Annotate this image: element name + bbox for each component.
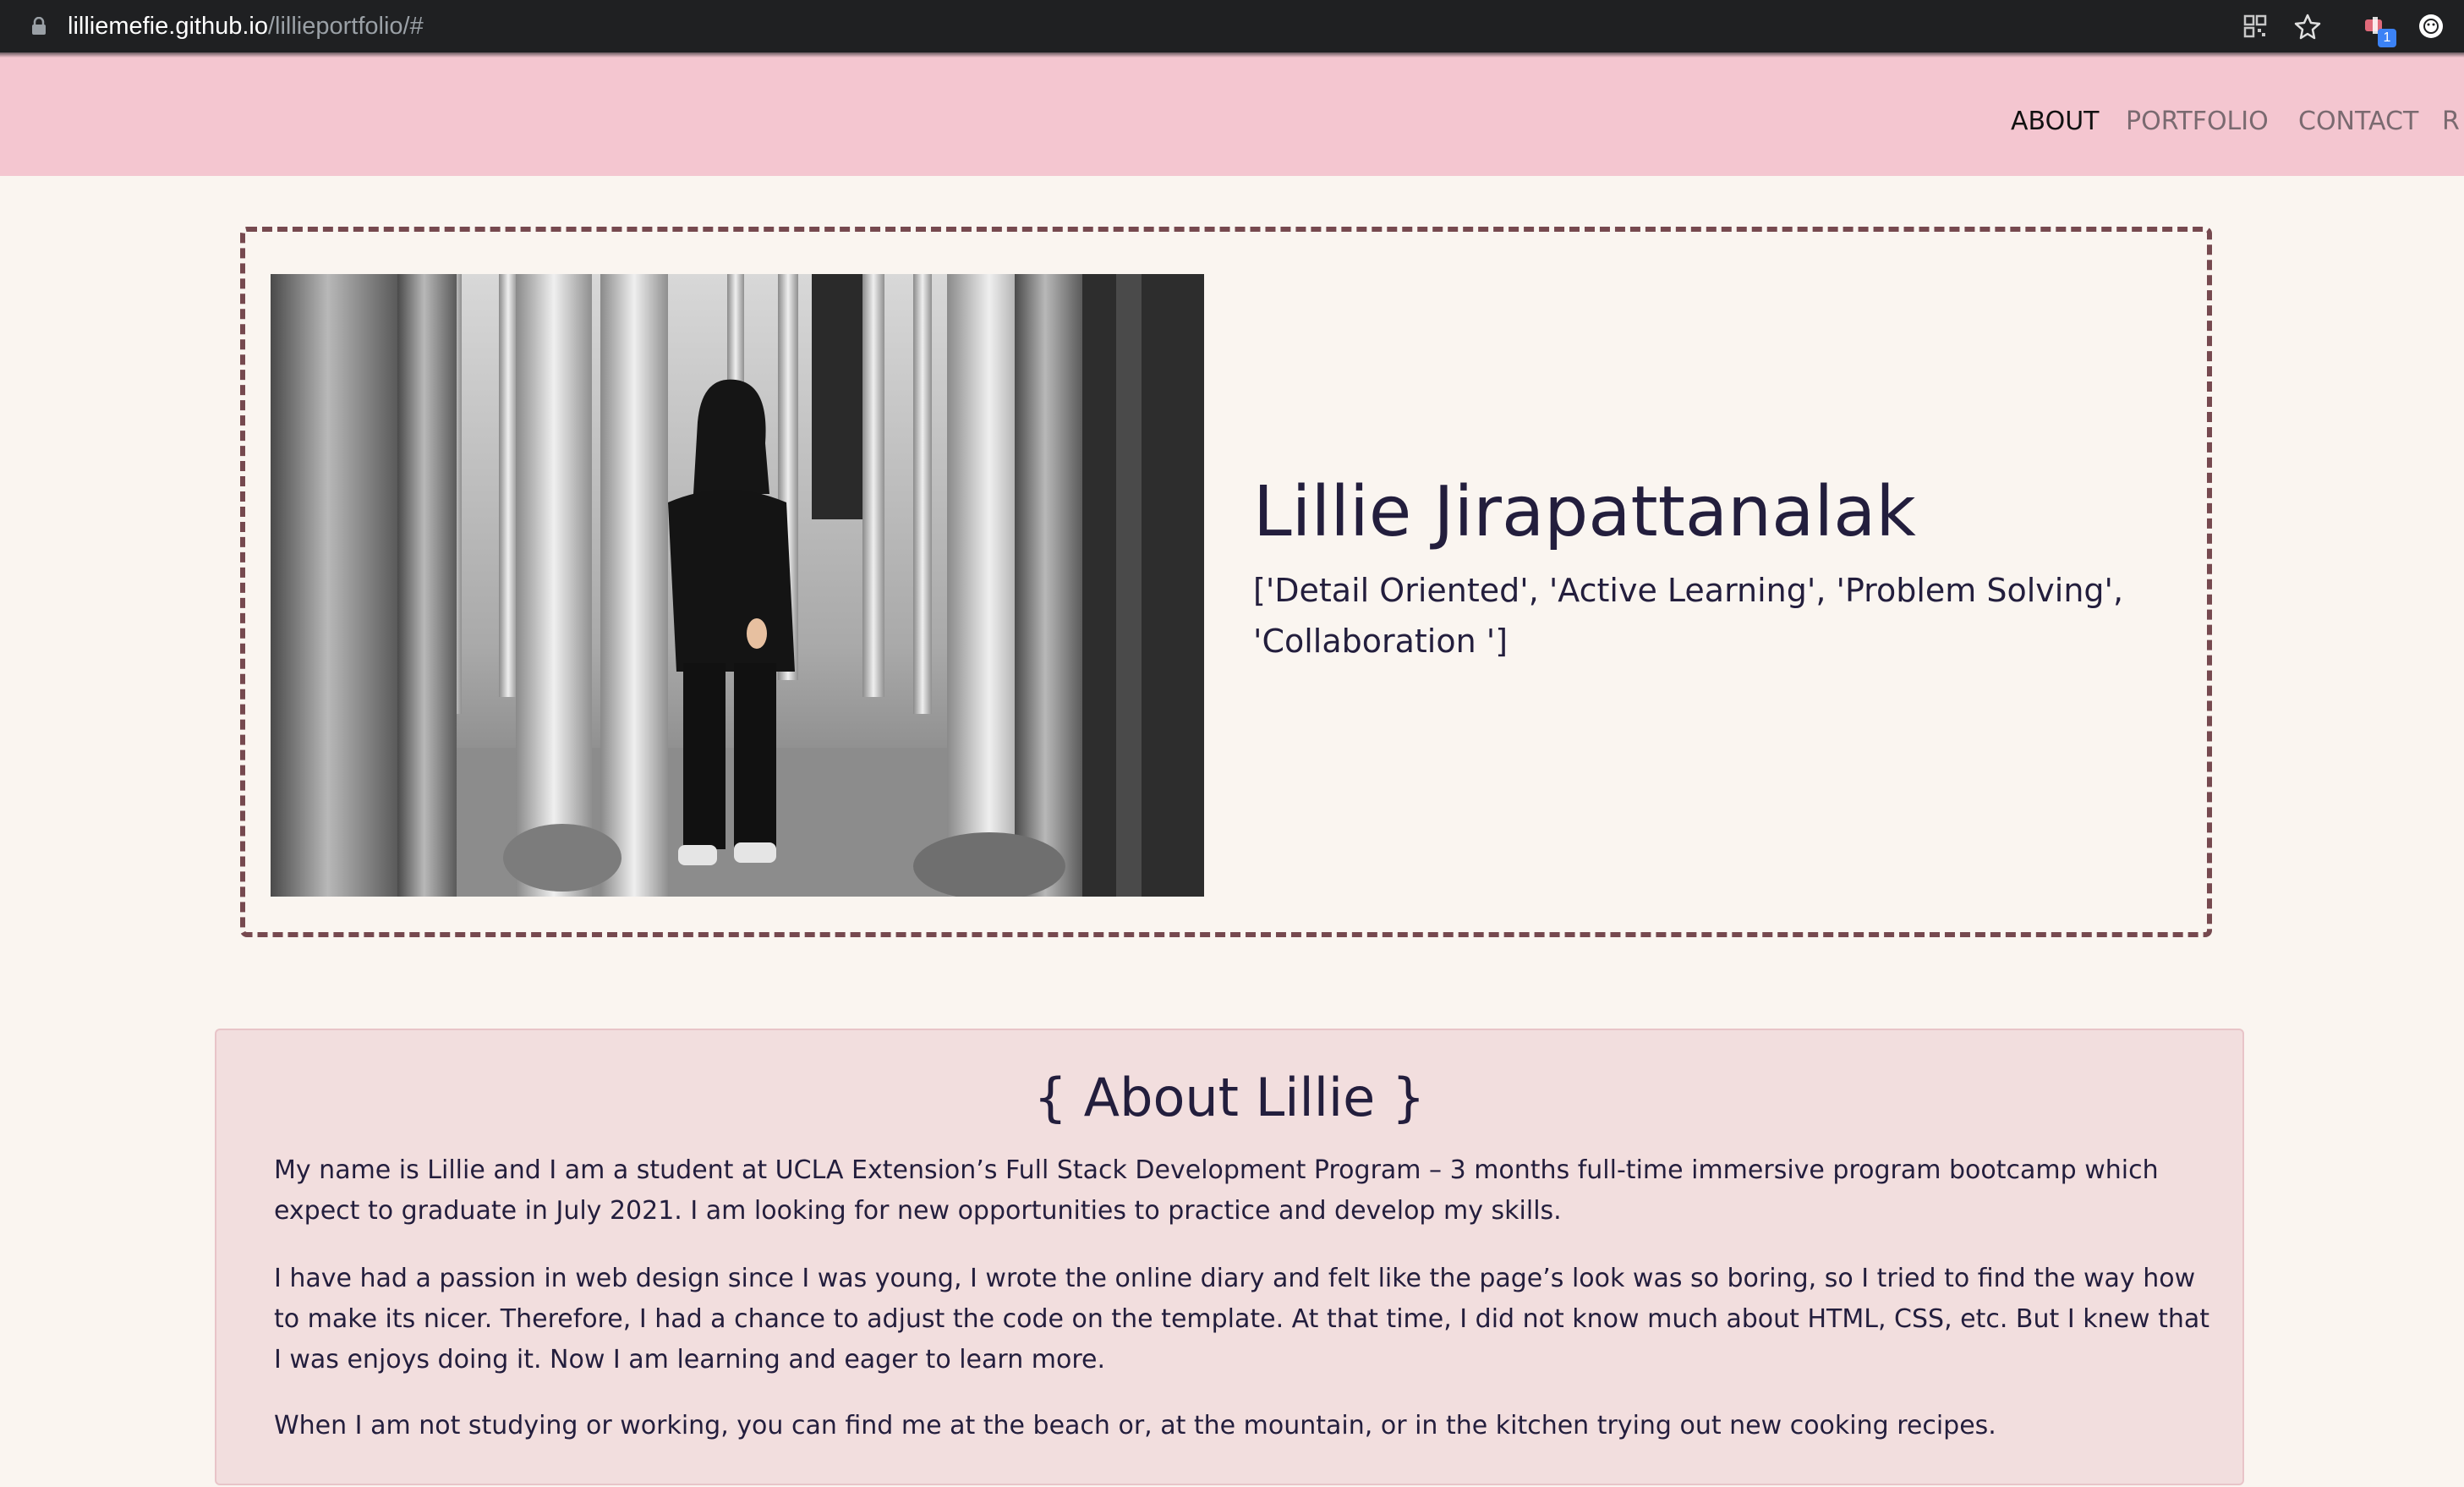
nav-portfolio-link[interactable]: PORTFOLIO	[2126, 105, 2269, 139]
about-paragraph: When I am not studying or working, you c…	[274, 1411, 1996, 1440]
site-navbar: ABOUT PORTFOLIO CONTACT R	[0, 58, 2464, 176]
about-paragraph: My name is Lillie and I am a student at …	[274, 1155, 2159, 1226]
nav-about-link[interactable]: ABOUT	[2011, 105, 2099, 139]
lock-icon	[32, 17, 46, 35]
nav-truncated-link[interactable]: R	[2442, 105, 2460, 139]
profile-icon[interactable]	[2417, 12, 2445, 41]
qr-code-icon[interactable]	[2241, 12, 2270, 41]
bookmark-star-icon[interactable]	[2293, 12, 2322, 41]
url-host: lilliemefie.github.io	[68, 13, 268, 40]
profile-photo	[271, 274, 1204, 897]
hero-name: Lillie Jirapattanalak	[1253, 472, 1916, 552]
nav-contact-link[interactable]: CONTACT	[2298, 105, 2418, 139]
url-path: /lillieportfolio/#	[267, 13, 424, 40]
address-bar-url[interactable]: lilliemefie.github.io/lillieportfolio/#	[68, 10, 424, 42]
about-title: { About Lillie }	[1033, 1067, 1426, 1128]
browser-toolbar: lilliemefie.github.io/lillieportfolio/# …	[0, 0, 2464, 52]
extension-badge: 1	[2378, 29, 2396, 47]
about-paragraph: I have had a passion in web design since…	[274, 1264, 2210, 1375]
hero-skills: ['Detail Oriented', 'Active Learning', '…	[1253, 572, 2124, 660]
